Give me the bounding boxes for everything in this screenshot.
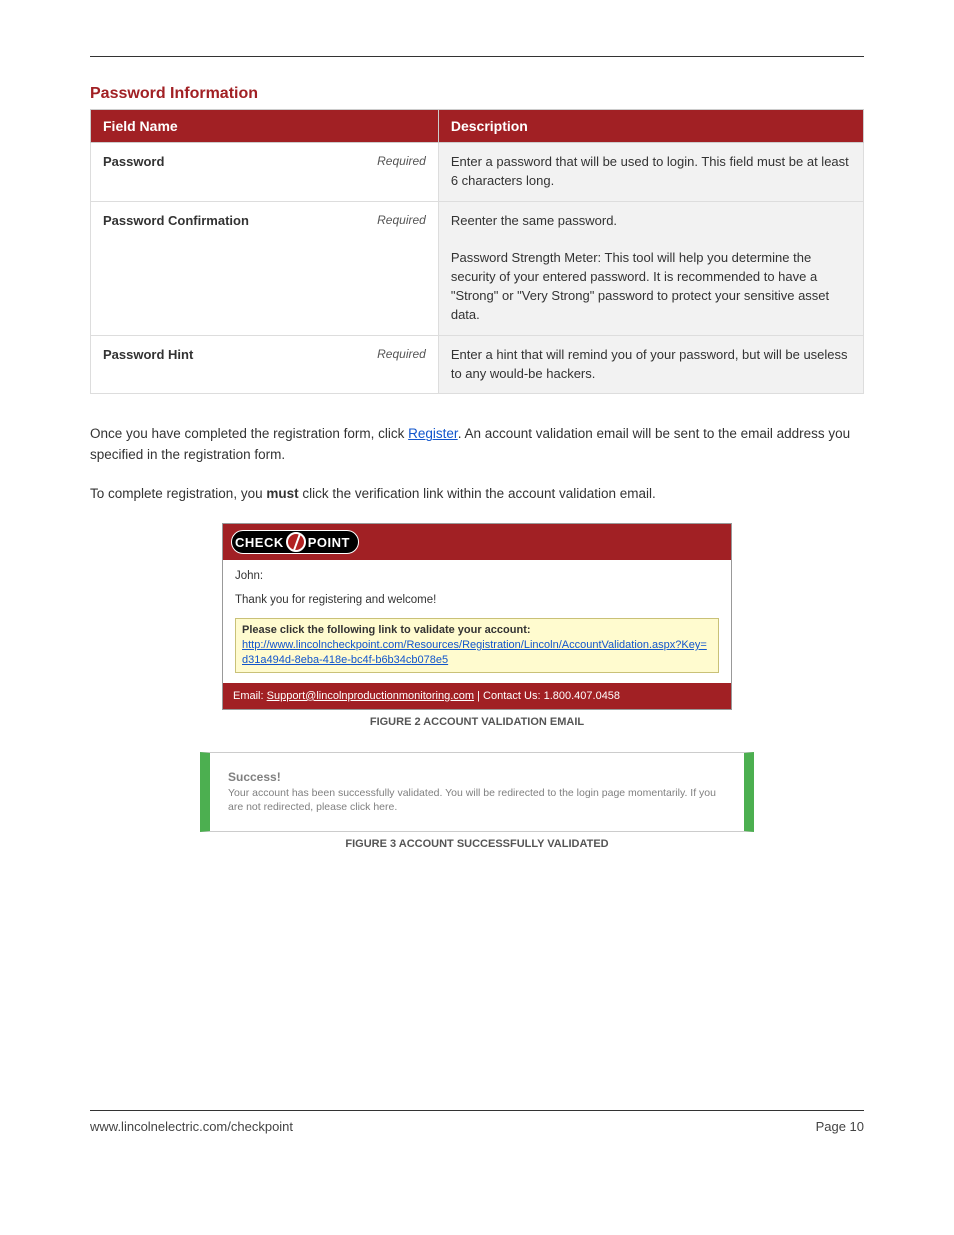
required-label: Required xyxy=(377,153,426,172)
table-row: Password Required Enter a password that w… xyxy=(91,143,864,202)
register-link[interactable]: Register xyxy=(408,426,458,441)
col-field-name: Field Name xyxy=(91,110,439,143)
bottom-rule xyxy=(90,1110,864,1111)
validation-email-figure: CHECKPOINT John: Thank you for registeri… xyxy=(222,523,732,710)
instruction-para-1: Once you have completed the registration… xyxy=(90,424,864,466)
figure-caption-2: FIGURE 3 ACCOUNT SUCCESSFULLY VALIDATED xyxy=(90,838,864,850)
success-message: Your account has been successfully valid… xyxy=(228,786,726,815)
support-email-link[interactable]: Support@lincolnproductionmonitoring.com xyxy=(267,690,474,702)
required-label: Required xyxy=(377,346,426,365)
field-desc: Reenter the same password. Password Stre… xyxy=(438,201,863,335)
logo-slash-icon xyxy=(286,532,306,552)
required-label: Required xyxy=(377,212,426,231)
email-thanks: Thank you for registering and welcome! xyxy=(235,594,719,606)
success-title: Success! xyxy=(228,769,726,786)
table-row: Password Hint Required Enter a hint that … xyxy=(91,335,864,394)
contact-phone: 1.800.407.0458 xyxy=(544,690,620,702)
page-number: Page 10 xyxy=(816,1119,864,1134)
success-figure: Success! Your account has been successfu… xyxy=(200,752,754,832)
email-callout: Please click the following link to valid… xyxy=(235,618,719,673)
email-greeting: John: xyxy=(235,570,719,582)
figure-caption-1: FIGURE 2 ACCOUNT VALIDATION EMAIL xyxy=(90,716,864,728)
password-fields-table: Field Name Description Password Required … xyxy=(90,109,864,394)
email-footer: Email: Support@lincolnproductionmonitori… xyxy=(223,683,731,709)
table-row: Password Confirmation Required Reenter th… xyxy=(91,201,864,335)
field-name: Password Confirmation xyxy=(103,212,249,231)
validation-link[interactable]: http://www.lincolncheckpoint.com/Resourc… xyxy=(242,639,707,666)
top-rule xyxy=(90,56,864,57)
footer-url: www.lincolnelectric.com/checkpoint xyxy=(90,1119,293,1134)
col-description: Description xyxy=(438,110,863,143)
field-desc: Enter a hint that will remind you of you… xyxy=(438,335,863,394)
instruction-para-2: To complete registration, you must click… xyxy=(90,484,864,505)
callout-title: Please click the following link to valid… xyxy=(242,624,531,636)
field-name: Password xyxy=(103,153,164,172)
checkpoint-logo: CHECKPOINT xyxy=(231,530,359,554)
email-header: CHECKPOINT xyxy=(223,524,731,560)
section-heading: Password Information xyxy=(90,85,864,103)
field-desc: Enter a password that will be used to lo… xyxy=(438,143,863,202)
field-name: Password Hint xyxy=(103,346,193,365)
